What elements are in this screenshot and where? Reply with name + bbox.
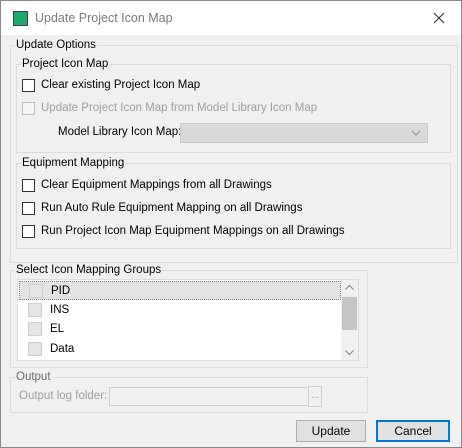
- list-item-el[interactable]: EL: [19, 319, 341, 338]
- list-scrollbar[interactable]: [341, 280, 358, 360]
- list-item-checkbox[interactable]: [28, 321, 42, 336]
- list-item-ins[interactable]: INS: [19, 300, 341, 319]
- output-log-folder-input[interactable]: [109, 387, 309, 406]
- clear-project-icon-map-checkbox[interactable]: Clear existing Project Icon Map: [22, 77, 200, 93]
- model-library-icon-map-label: Model Library Icon Map:: [58, 126, 182, 138]
- update-button[interactable]: Update: [296, 420, 366, 442]
- close-button[interactable]: [417, 1, 461, 35]
- output-legend: Output: [16, 371, 51, 383]
- checkbox-box[interactable]: [22, 101, 35, 115]
- model-library-icon-map-dropdown[interactable]: [180, 123, 428, 143]
- run-auto-rule-mapping-label: Run Auto Rule Equipment Mapping on all D…: [41, 202, 303, 214]
- list-item-pid[interactable]: PID: [19, 281, 341, 300]
- update-from-library-label: Update Project Icon Map from Model Libra…: [41, 102, 318, 114]
- list-item-label: INS: [50, 303, 70, 316]
- list-item-data[interactable]: Data: [19, 339, 341, 358]
- chevron-down-icon: [345, 350, 354, 356]
- chevron-down-icon: [411, 130, 421, 136]
- checkbox-box[interactable]: [22, 78, 35, 92]
- icon-mapping-groups-list[interactable]: PID INS EL Data: [17, 279, 359, 361]
- checkbox-box[interactable]: [22, 201, 35, 215]
- run-auto-rule-mapping-checkbox[interactable]: Run Auto Rule Equipment Mapping on all D…: [22, 200, 302, 216]
- equipment-mapping-legend: Equipment Mapping: [22, 157, 125, 169]
- icon-mapping-groups-legend: Select Icon Mapping Groups: [16, 264, 162, 276]
- scroll-down-button[interactable]: [341, 344, 358, 360]
- update-from-library-checkbox[interactable]: Update Project Icon Map from Model Libra…: [22, 100, 317, 116]
- run-project-icon-map-mappings-checkbox[interactable]: Run Project Icon Map Equipment Mappings …: [22, 223, 345, 239]
- app-icon: [13, 11, 28, 26]
- list-item-checkbox[interactable]: [28, 302, 42, 317]
- clear-equipment-mappings-label: Clear Equipment Mappings from all Drawin…: [41, 179, 272, 191]
- checkbox-box[interactable]: [22, 224, 35, 238]
- cancel-button[interactable]: Cancel: [376, 420, 450, 442]
- title-bar: Update Project Icon Map: [1, 1, 461, 35]
- scroll-up-button[interactable]: [341, 280, 358, 296]
- checkbox-box[interactable]: [22, 178, 35, 192]
- close-icon: [433, 12, 445, 24]
- clear-equipment-mappings-checkbox[interactable]: Clear Equipment Mappings from all Drawin…: [22, 177, 272, 193]
- project-icon-map-legend: Project Icon Map: [22, 58, 109, 70]
- browse-folder-button[interactable]: ...: [308, 386, 322, 407]
- window-title: Update Project Icon Map: [35, 11, 173, 25]
- run-project-icon-map-mappings-label: Run Project Icon Map Equipment Mappings …: [41, 225, 345, 237]
- list-item-label: EL: [50, 322, 65, 335]
- update-project-icon-map-dialog: Update Project Icon Map Update Options P…: [0, 0, 462, 448]
- chevron-up-icon: [345, 284, 354, 290]
- update-options-legend: Update Options: [16, 39, 96, 51]
- list-item-checkbox[interactable]: [28, 341, 42, 356]
- list-item-label: Data: [50, 342, 75, 355]
- list-item-label: PID: [51, 284, 71, 297]
- scroll-thumb[interactable]: [342, 297, 357, 330]
- clear-project-icon-map-label: Clear existing Project Icon Map: [41, 79, 201, 91]
- output-log-folder-label: Output log folder:: [19, 390, 108, 402]
- list-item-checkbox[interactable]: [29, 283, 43, 298]
